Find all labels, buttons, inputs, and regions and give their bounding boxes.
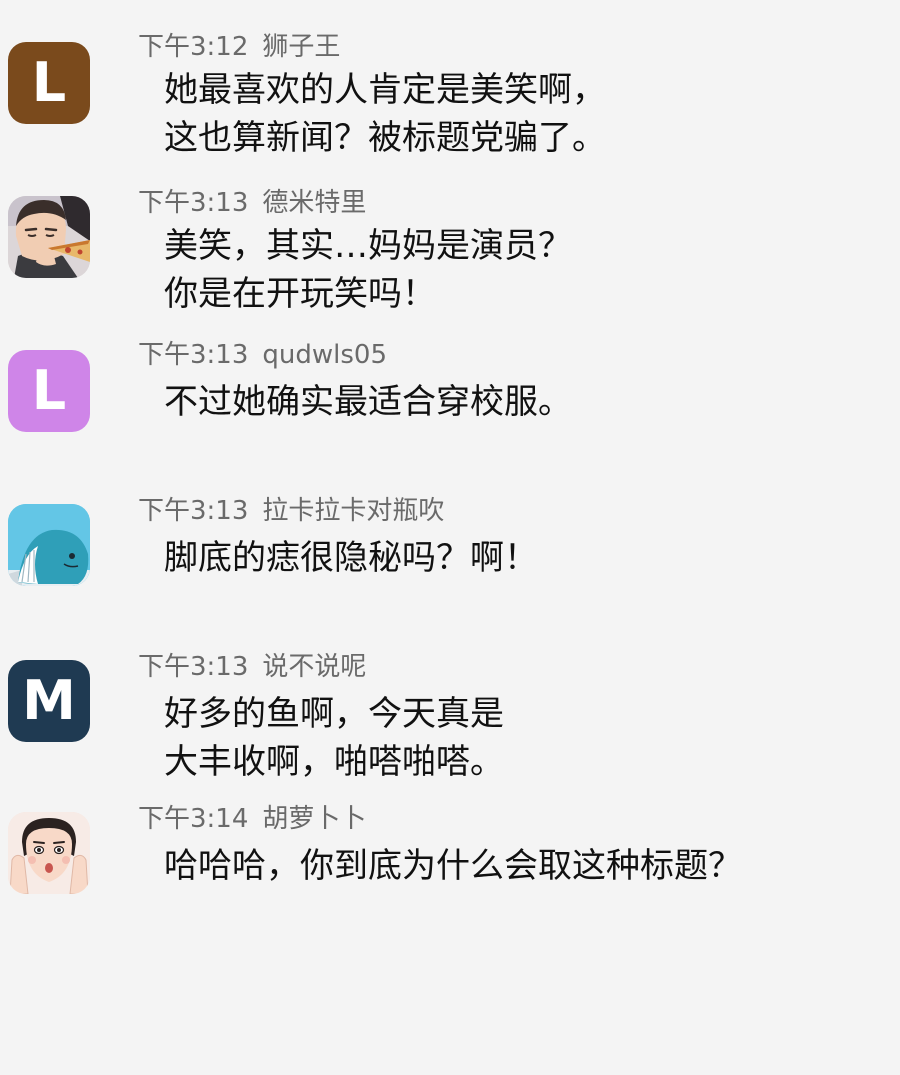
message-text: 美笑，其实…妈妈是演员？ 你是在开玩笑吗！ xyxy=(164,222,572,318)
message-time: 下午3:13 xyxy=(138,188,249,218)
sender-name[interactable]: 德米特里 xyxy=(262,188,366,218)
message-time: 下午3:14 xyxy=(138,804,249,834)
avatar[interactable]: L xyxy=(8,350,90,432)
sender-name[interactable]: 胡萝卜卜 xyxy=(262,804,366,834)
message-line: 好多的鱼啊，今天真是 xyxy=(164,694,504,734)
avatar[interactable] xyxy=(8,196,90,278)
message-line: 你是在开玩笑吗！ xyxy=(164,274,436,314)
message-meta: 下午3:14 胡萝卜卜 xyxy=(138,798,366,835)
message-meta: 下午3:12 狮子王 xyxy=(138,26,340,63)
message-line: 她最喜欢的人肯定是美笑啊， xyxy=(164,70,606,110)
message-meta: 下午3:13 拉卡拉卡对瓶吹 xyxy=(138,490,444,527)
sender-name[interactable]: 说不说呢 xyxy=(262,652,366,682)
message-line: 美笑，其实…妈妈是演员？ xyxy=(164,226,572,266)
avatar[interactable] xyxy=(8,504,90,586)
message-text: 哈哈哈，你到底为什么会取这种标题？ xyxy=(164,842,742,890)
message-text: 她最喜欢的人肯定是美笑啊， 这也算新闻？被标题党骗了。 xyxy=(164,66,606,162)
message-time: 下午3:13 xyxy=(138,496,249,526)
message-line: 大丰收啊，啪嗒啪嗒。 xyxy=(164,742,504,782)
message-meta: 下午3:13 说不说呢 xyxy=(138,646,366,683)
message-line: 这也算新闻？被标题党骗了。 xyxy=(164,118,606,158)
message-time: 下午3:12 xyxy=(138,32,249,62)
message-line: 不过她确实最适合穿校服。 xyxy=(164,382,572,422)
sender-name[interactable]: 狮子王 xyxy=(262,32,340,62)
message-meta: 下午3:13 德米特里 xyxy=(138,182,366,219)
sender-name[interactable]: qudwls05 xyxy=(262,340,387,370)
message-time: 下午3:13 xyxy=(138,340,249,370)
message-meta: 下午3:13 qudwls05 xyxy=(138,334,387,371)
message-line: 脚底的痣很隐秘吗？啊！ xyxy=(164,538,538,578)
message-time: 下午3:13 xyxy=(138,652,249,682)
message-text: 好多的鱼啊，今天真是 大丰收啊，啪嗒啪嗒。 xyxy=(164,690,504,786)
message-line: 哈哈哈，你到底为什么会取这种标题？ xyxy=(164,846,742,886)
man-eating-pizza-avatar-icon xyxy=(8,196,90,278)
avatar-letter: L xyxy=(31,51,67,114)
avatar[interactable]: M xyxy=(8,660,90,742)
surprised-woman-avatar-icon xyxy=(8,812,90,894)
avatar-letter: M xyxy=(22,669,76,732)
whale-avatar-icon xyxy=(8,504,90,586)
message-text: 不过她确实最适合穿校服。 xyxy=(164,378,572,426)
sender-name[interactable]: 拉卡拉卡对瓶吹 xyxy=(262,496,444,526)
avatar-letter: L xyxy=(31,359,67,422)
message-text: 脚底的痣很隐秘吗？啊！ xyxy=(164,534,538,582)
avatar[interactable]: L xyxy=(8,42,90,124)
avatar[interactable] xyxy=(8,812,90,894)
